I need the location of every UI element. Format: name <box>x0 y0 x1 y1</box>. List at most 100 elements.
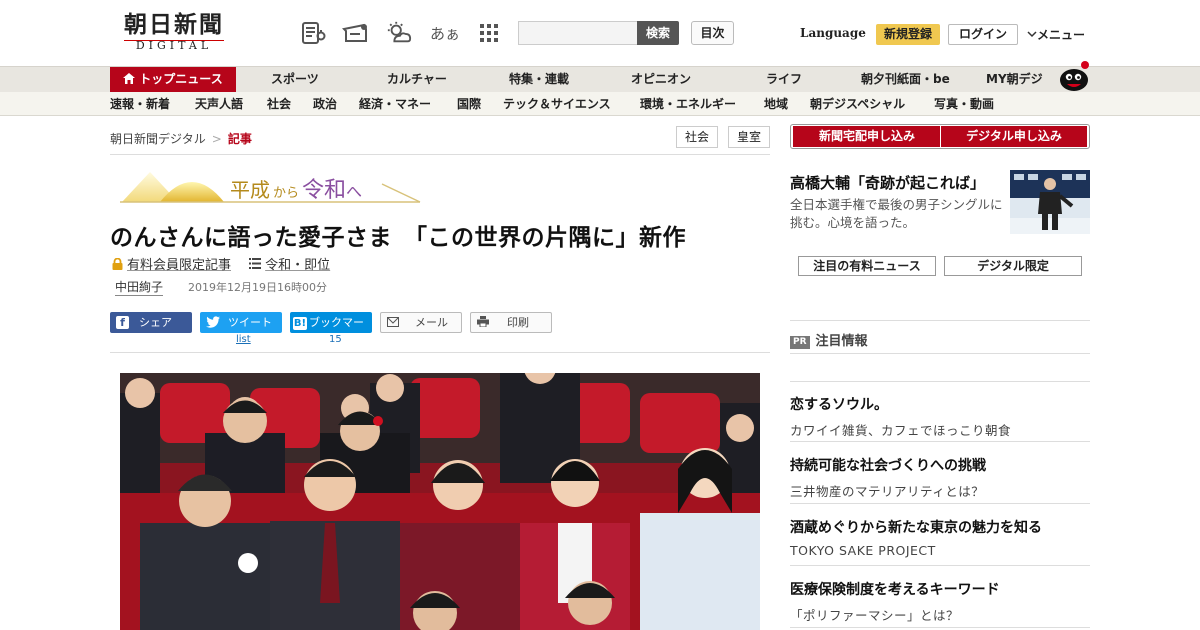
hatena-bookmark-button[interactable]: B! ブックマーク <box>290 312 372 350</box>
nav-top-news-label: トップニュース <box>139 72 223 86</box>
banner-kara: から <box>273 186 300 201</box>
tab-digital-only[interactable]: デジタル限定 <box>944 256 1082 276</box>
tag-society[interactable]: 社会 <box>676 126 718 148</box>
breadcrumb-home[interactable]: 朝日新聞デジタル <box>110 132 206 146</box>
divider <box>790 441 1090 442</box>
divider <box>110 352 770 353</box>
menu-button[interactable]: メニュー <box>1027 26 1085 43</box>
font-size-icon[interactable]: あぁ <box>430 20 460 46</box>
nav-sports[interactable]: スポーツ <box>271 67 319 92</box>
facebook-share-button[interactable]: f シェア <box>110 312 192 333</box>
mascot-icon[interactable] <box>1057 60 1091 92</box>
pr-item-title: 恋するソウル。 <box>790 397 888 413</box>
divider <box>790 627 1090 628</box>
pr-heading: PR 注目情報 <box>790 330 868 349</box>
nav-environment[interactable]: 環境・エネルギー <box>640 92 736 116</box>
featured-title[interactable]: 高橋大輔「奇跡が起これば」 <box>790 172 985 193</box>
facebook-share-label: シェア <box>139 316 172 329</box>
article-date: 2019年12月19日16時00分 <box>188 281 327 294</box>
article-headline: のんさんに語った愛子さま 「この世界の片隅に」新作 <box>110 225 686 251</box>
search-button[interactable]: 検索 <box>637 21 679 45</box>
printer-icon <box>477 314 489 328</box>
subscribe-digital-button[interactable]: デジタル申し込み <box>940 126 1087 147</box>
featured-description[interactable]: 全日本選手権で最後の男子シングルに挑む。心境を語った。 <box>790 196 1004 232</box>
heisei-reiwa-banner[interactable]: 平成 から 令和へ <box>120 162 424 208</box>
nav-my-asadigi[interactable]: MY朝デジ <box>986 67 1043 92</box>
nav-opinion[interactable]: オピニオン <box>631 67 691 92</box>
divider <box>790 353 1090 354</box>
banner-text: 平成 から 令和へ <box>230 172 362 204</box>
divider <box>790 381 1090 382</box>
chevron-down-icon <box>1027 27 1037 38</box>
mail-share-label: メール <box>415 316 448 329</box>
ticket-icon[interactable] <box>342 20 370 46</box>
language-link[interactable]: Language <box>800 26 866 40</box>
apps-grid-icon[interactable] <box>476 20 502 46</box>
nav-tenseijingo[interactable]: 天声人語 <box>195 92 243 116</box>
pr-item[interactable]: 酒蔵めぐりから新たな東京の魅力を知る TOKYO SAKE PROJECT <box>790 517 1090 558</box>
site-logo[interactable]: 朝日新聞 DIGITAL <box>118 12 230 56</box>
nav-economy[interactable]: 経済・マネー <box>359 92 431 116</box>
pr-item[interactable]: 恋するソウル。 カワイイ雑貨、カフェでほっこり朝食 <box>790 394 1090 439</box>
pr-item-desc: 三井物産のマテリアリティとは？ <box>790 484 985 499</box>
breadcrumb: 朝日新聞デジタル > 記事 <box>110 130 252 147</box>
pr-item-desc: カワイイ雑貨、カフェでほっこり朝食 <box>790 423 1012 438</box>
nav-photo-video[interactable]: 写真・動画 <box>934 92 994 116</box>
members-only-link[interactable]: 有料会員限定記事 <box>127 258 231 273</box>
breadcrumb-current: 記事 <box>227 132 252 146</box>
twitter-count-link[interactable]: list <box>236 334 251 345</box>
tab-premium-news[interactable]: 注目の有料ニュース <box>798 256 936 276</box>
twitter-share-button[interactable]: ツイート <box>200 312 282 333</box>
nav-latest[interactable]: 速報・新着 <box>110 92 170 116</box>
article-meta: 有料会員限定記事 令和・即位 <box>112 254 330 273</box>
nav-international[interactable]: 国際 <box>457 92 481 116</box>
tag-imperial[interactable]: 皇室 <box>728 126 770 148</box>
logo-text: 朝日新聞 <box>124 11 224 38</box>
lock-icon <box>112 257 123 270</box>
login-button[interactable]: ログイン <box>948 24 1018 45</box>
facebook-icon: f <box>116 316 129 329</box>
featured-thumbnail[interactable] <box>1010 170 1090 234</box>
nav-life[interactable]: ライフ <box>766 67 802 92</box>
pr-heading-label: 注目情報 <box>815 334 868 349</box>
pr-item-title: 医療保険制度を考えるキーワード <box>790 582 1000 598</box>
home-icon <box>123 68 136 84</box>
divider <box>110 154 770 155</box>
hatena-count[interactable]: 15 <box>329 334 342 345</box>
hatena-icon: B! <box>293 317 307 330</box>
print-label: 印刷 <box>507 316 529 329</box>
nav-society[interactable]: 社会 <box>267 92 291 116</box>
author-name[interactable]: 中田絢子 <box>115 278 164 296</box>
print-button[interactable]: 印刷 <box>470 312 552 333</box>
weather-icon[interactable] <box>386 20 412 46</box>
mail-share-button[interactable]: メール <box>380 312 462 333</box>
breadcrumb-separator: > <box>211 132 222 146</box>
register-button[interactable]: 新規登録 <box>876 24 940 45</box>
subscribe-paper-button[interactable]: 新聞宅配申し込み <box>793 126 941 147</box>
search-input[interactable] <box>518 21 638 45</box>
banner-reiwa: 令和 <box>302 178 347 203</box>
article-photo[interactable] <box>120 373 760 630</box>
pr-item-desc: 「ポリファーマシー」とは？ <box>790 608 960 623</box>
nav-features[interactable]: 特集・連載 <box>509 67 569 92</box>
contents-button[interactable]: 目次 <box>691 21 734 45</box>
pr-item-title: 酒蔵めぐりから新たな東京の魅力を知る <box>790 520 1042 536</box>
pr-item[interactable]: 医療保険制度を考えるキーワード 「ポリファーマシー」とは？ <box>790 579 1090 624</box>
twitter-share-label: ツイート <box>228 316 272 329</box>
twitter-icon <box>206 314 220 328</box>
pr-item[interactable]: 持続可能な社会づくりへの挑戦 三井物産のマテリアリティとは？ <box>790 455 1090 500</box>
nav-special[interactable]: 朝デジスペシャル <box>810 92 905 116</box>
primary-nav: トップニュース スポーツ カルチャー 特集・連載 オピニオン ライフ 朝夕刊紙面… <box>0 66 1200 92</box>
nav-paper-be[interactable]: 朝夕刊紙面・be <box>861 67 950 92</box>
pr-item-title: 持続可能な社会づくりへの挑戦 <box>790 458 986 474</box>
newspaper-icon[interactable] <box>301 20 327 46</box>
logo-divider <box>124 40 224 41</box>
nav-politics[interactable]: 政治 <box>313 92 337 116</box>
site-header: 朝日新聞 DIGITAL あぁ 検索 目次 Language 新規登録 ログイン… <box>0 0 1200 66</box>
nav-tech-science[interactable]: テック＆サイエンス <box>503 92 611 116</box>
nav-region[interactable]: 地域 <box>764 92 788 116</box>
category-link[interactable]: 令和・即位 <box>265 258 330 273</box>
banner-he: へ <box>346 182 363 201</box>
nav-top-news[interactable]: トップニュース <box>110 67 236 92</box>
nav-culture[interactable]: カルチャー <box>387 67 447 92</box>
